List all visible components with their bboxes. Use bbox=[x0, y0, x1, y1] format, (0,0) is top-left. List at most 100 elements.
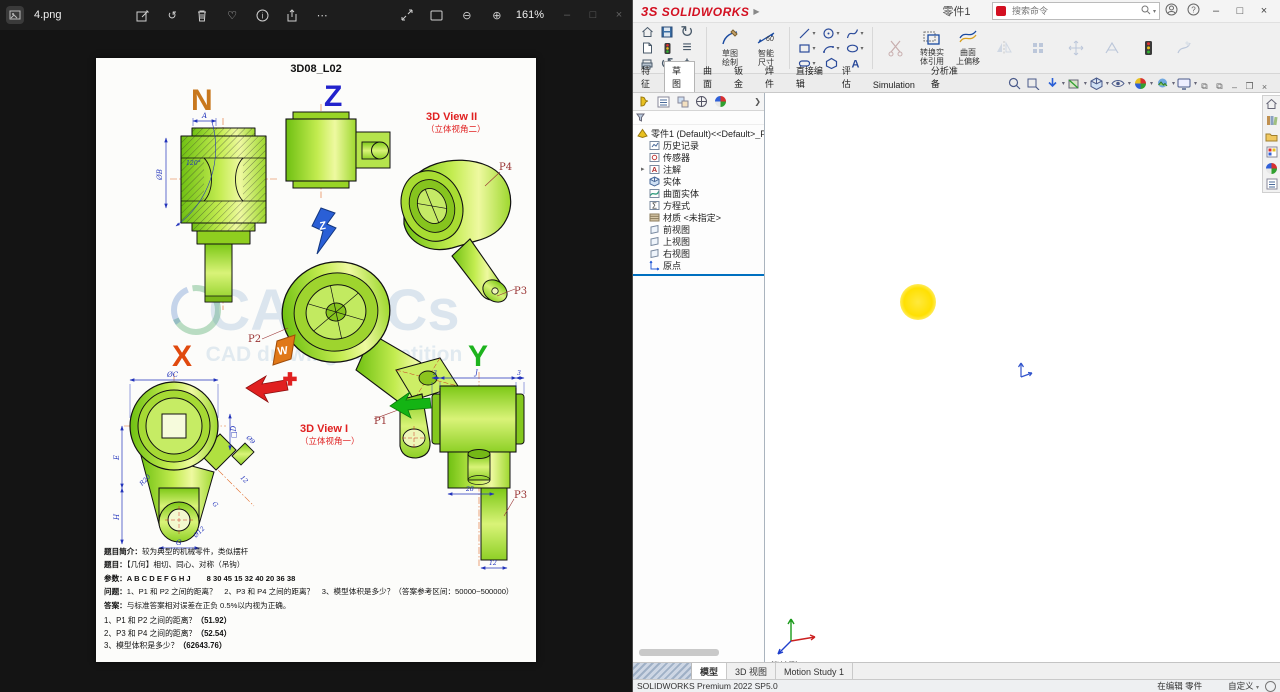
tab-sheet-metal[interactable]: 钣金 bbox=[726, 61, 757, 92]
delete-icon[interactable] bbox=[187, 0, 217, 30]
minimize-button[interactable]: – bbox=[1204, 5, 1228, 17]
new-document-icon[interactable] bbox=[638, 41, 656, 55]
featuremanager-tab-icon[interactable] bbox=[635, 94, 654, 109]
photos-minimize-button[interactable]: – bbox=[554, 9, 580, 21]
command-search[interactable]: ▾ bbox=[992, 2, 1160, 20]
tab-simulation[interactable]: Simulation bbox=[865, 77, 923, 92]
circle-tool-icon[interactable]: ▾ bbox=[819, 27, 843, 40]
spline-tool-icon[interactable]: ▾ bbox=[843, 27, 867, 40]
displaymanager-tab-icon[interactable] bbox=[711, 94, 730, 109]
tree-item-material[interactable]: 材质 <未指定> bbox=[633, 211, 764, 223]
appearances-icon[interactable] bbox=[1131, 76, 1150, 91]
mirror-entities-button[interactable] bbox=[986, 25, 1022, 71]
photos-app-icon[interactable] bbox=[6, 6, 24, 24]
expand-arrow-icon[interactable]: ▸ bbox=[641, 165, 649, 173]
tab-weldments[interactable]: 焊件 bbox=[757, 61, 788, 92]
display-relations-button[interactable] bbox=[1094, 25, 1130, 71]
zoom-area-icon[interactable] bbox=[1024, 76, 1043, 91]
design-library-icon[interactable] bbox=[1264, 112, 1279, 128]
units-globe-icon[interactable] bbox=[1265, 680, 1276, 692]
arc-tool-icon[interactable]: ▾ bbox=[819, 42, 843, 55]
tree-item-equations[interactable]: Σ 方程式 bbox=[633, 199, 764, 211]
tree-item-origin[interactable]: 原点 bbox=[633, 259, 764, 271]
properties-list-icon[interactable]: ≡ bbox=[678, 39, 696, 56]
tree-item-sensors[interactable]: 传感器 bbox=[633, 151, 764, 163]
rectangle-tool-icon[interactable]: ▾ bbox=[795, 42, 819, 55]
solidworks-resources-icon[interactable] bbox=[1264, 96, 1279, 112]
tab-features[interactable]: 特征 bbox=[633, 61, 664, 92]
linear-pattern-button[interactable] bbox=[1022, 25, 1058, 71]
search-input[interactable] bbox=[1010, 5, 1139, 17]
hide-show-items-icon[interactable] bbox=[1109, 76, 1128, 91]
fit-to-window-icon[interactable] bbox=[422, 0, 452, 30]
tree-item-front-plane[interactable]: 前视图 bbox=[633, 223, 764, 235]
doc-new-window-icon[interactable]: ⧉ bbox=[1197, 81, 1212, 92]
display-style-icon[interactable] bbox=[1087, 76, 1106, 91]
photos-maximize-button[interactable]: □ bbox=[580, 9, 606, 21]
doc-cascade-icon[interactable]: ⧉ bbox=[1212, 81, 1227, 92]
home-icon[interactable] bbox=[638, 25, 656, 39]
more-options-icon[interactable]: ⋯ bbox=[307, 0, 337, 30]
appearances-scenes-icon[interactable] bbox=[1264, 160, 1279, 176]
move-entities-button[interactable] bbox=[1058, 25, 1094, 71]
scene-icon[interactable] bbox=[1153, 76, 1172, 91]
graphics-area[interactable]: *等轴测 bbox=[765, 93, 1280, 662]
tree-item-annotations[interactable]: ▸ A 注解 bbox=[633, 163, 764, 175]
panel-expand-arrow[interactable]: ❯ bbox=[754, 97, 764, 106]
redo-icon[interactable]: ↻ bbox=[678, 24, 696, 41]
rapid-sketch-button[interactable] bbox=[1166, 25, 1202, 71]
rollback-bar[interactable] bbox=[633, 274, 764, 276]
tab-surfaces[interactable]: 曲面 bbox=[695, 61, 726, 92]
close-button[interactable]: × bbox=[1252, 5, 1276, 17]
save-icon[interactable] bbox=[658, 25, 676, 39]
ellipse-tool-icon[interactable]: ▾ bbox=[843, 42, 867, 55]
tree-item-surface-bodies[interactable]: 曲面实体 bbox=[633, 187, 764, 199]
view-palette-icon[interactable] bbox=[1264, 144, 1279, 160]
tab-motion-study[interactable]: Motion Study 1 bbox=[776, 663, 854, 679]
sketch-color-button[interactable] bbox=[1130, 25, 1166, 71]
menu-expand-arrow[interactable]: ▶ bbox=[753, 7, 759, 16]
doc-minimize-icon[interactable]: – bbox=[1227, 82, 1242, 92]
tree-scrollbar[interactable] bbox=[639, 649, 719, 656]
tab-scroll-area[interactable] bbox=[633, 663, 692, 679]
section-view-icon[interactable] bbox=[1065, 76, 1084, 91]
tab-direct-editing[interactable]: 直接编辑 bbox=[788, 61, 834, 92]
tree-item-history[interactable]: 历史记录 bbox=[633, 139, 764, 151]
edit-icon[interactable] bbox=[127, 0, 157, 30]
zoom-fit-icon[interactable] bbox=[1005, 76, 1024, 91]
trim-entities-button[interactable] bbox=[878, 25, 914, 71]
dimxpertmanager-tab-icon[interactable] bbox=[692, 94, 711, 109]
tree-item-solid-bodies[interactable]: 实体 bbox=[633, 175, 764, 187]
tree-item-right-plane[interactable]: 右视图 bbox=[633, 247, 764, 259]
doc-close-icon[interactable]: × bbox=[1257, 82, 1272, 92]
zoom-out-icon[interactable]: ⊖ bbox=[452, 0, 482, 30]
propertymanager-tab-icon[interactable] bbox=[654, 94, 673, 109]
tab-model[interactable]: 模型 bbox=[692, 663, 728, 679]
favorite-icon[interactable]: ♡ bbox=[217, 0, 247, 30]
file-explorer-icon[interactable] bbox=[1264, 128, 1279, 144]
maximize-button[interactable]: □ bbox=[1228, 5, 1252, 17]
custom-properties-icon[interactable] bbox=[1264, 176, 1279, 192]
fullscreen-icon[interactable] bbox=[392, 0, 422, 30]
tab-analysis-preparation[interactable]: 分析准备 bbox=[923, 61, 969, 92]
tree-root[interactable]: 零件1 (Default)<<Default>_Photo bbox=[633, 127, 764, 139]
view-settings-icon[interactable] bbox=[1175, 76, 1194, 91]
doc-restore-icon[interactable]: ❐ bbox=[1242, 81, 1257, 92]
user-account-icon[interactable] bbox=[1160, 3, 1182, 19]
view-orientation-icon[interactable] bbox=[1043, 76, 1062, 91]
share-icon[interactable] bbox=[277, 0, 307, 30]
tree-filter[interactable] bbox=[633, 111, 764, 125]
help-icon[interactable]: ? bbox=[1182, 3, 1204, 19]
line-tool-icon[interactable]: ▾ bbox=[795, 27, 819, 40]
rebuild-icon[interactable] bbox=[658, 41, 676, 55]
tab-evaluate[interactable]: 评估 bbox=[834, 61, 865, 92]
photos-close-button[interactable]: × bbox=[606, 9, 632, 21]
zoom-in-icon[interactable]: ⊕ bbox=[482, 0, 512, 30]
customize-menu[interactable]: 自定义 ▾ bbox=[1228, 680, 1259, 692]
search-magnifier-icon[interactable] bbox=[1141, 5, 1151, 17]
rotate-icon[interactable]: ↺ bbox=[157, 0, 187, 30]
tree-item-top-plane[interactable]: 上视图 bbox=[633, 235, 764, 247]
tab-3d-views[interactable]: 3D 视图 bbox=[727, 663, 777, 679]
tab-sketch[interactable]: 草图 bbox=[663, 61, 695, 92]
info-icon[interactable]: i bbox=[247, 0, 277, 30]
